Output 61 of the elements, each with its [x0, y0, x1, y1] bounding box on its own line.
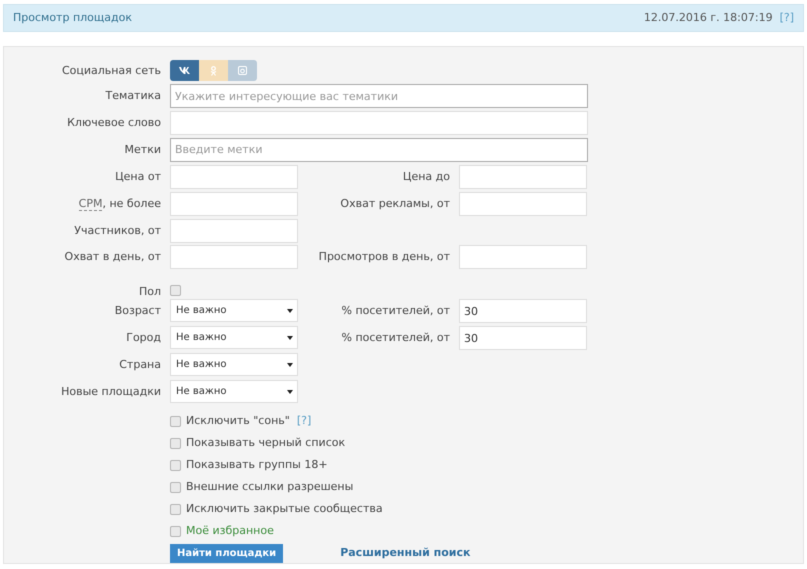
option-label: Внешние ссылки разрешены — [186, 479, 354, 496]
checkbox[interactable] — [170, 285, 181, 296]
option-label: Показывать группы 18+ — [186, 457, 328, 474]
input-field[interactable] — [459, 192, 587, 216]
search-button[interactable]: Найти площадки — [170, 544, 284, 563]
tags-field[interactable]: Введите метки — [170, 138, 588, 162]
input-field[interactable] — [459, 245, 587, 270]
field-label: Участников, от — [74, 222, 161, 239]
advanced-search-link[interactable]: Расширенный поиск — [340, 545, 470, 562]
checkbox[interactable] — [170, 460, 181, 471]
field-label: Страна — [119, 357, 161, 374]
field-label: Возраст — [114, 303, 161, 320]
field-label: % посетителей, от — [342, 303, 450, 320]
input-field[interactable]: 30 — [459, 299, 587, 324]
field-label: Метки — [124, 142, 161, 158]
input-field[interactable] — [459, 164, 587, 189]
vk-logo-icon — [179, 67, 190, 74]
checkbox[interactable] — [170, 526, 181, 537]
option-label: Моё избранное — [186, 523, 274, 540]
field-label: Охват в день, от — [64, 249, 161, 266]
input-field[interactable]: 30 — [459, 326, 587, 350]
input-field[interactable] — [170, 164, 298, 189]
caret-icon — [287, 308, 293, 313]
checkbox[interactable] — [170, 504, 181, 515]
network-toggle[interactable] — [170, 60, 199, 81]
field-label: Тематика — [106, 88, 161, 104]
field-label: % посетителей, от — [342, 330, 450, 346]
dropdown[interactable]: Не важно — [170, 380, 298, 404]
checkbox[interactable] — [170, 438, 181, 449]
checkbox[interactable] — [170, 482, 181, 493]
field-label: Социальная сеть — [62, 63, 161, 79]
field-label: Ключевое слово — [67, 114, 161, 131]
option-label: Показывать черный список — [186, 435, 346, 452]
dropdown[interactable]: Не важно — [170, 299, 298, 322]
camera-icon — [238, 66, 247, 75]
date-time: 12.07.2016 г. 18:07:19 — [644, 10, 773, 26]
input-field[interactable] — [170, 245, 298, 270]
dropdown[interactable]: Не важно — [170, 326, 298, 350]
option-label: Исключить "сонь" — [186, 413, 290, 430]
option-label: Исключить закрытые сообщества — [186, 501, 383, 518]
input-field[interactable] — [170, 110, 588, 135]
dropdown[interactable]: Не важно — [170, 353, 298, 376]
caret-icon — [287, 362, 293, 367]
field-label: Охват рекламы, от — [340, 196, 450, 212]
tags-field[interactable]: Укажите интересующие вас тематики — [170, 84, 588, 108]
caret-icon — [287, 390, 293, 394]
field-label: Город — [126, 330, 161, 346]
ok-logo-icon — [210, 66, 217, 76]
input-field[interactable] — [170, 192, 298, 216]
field-label: Пол — [138, 284, 161, 300]
field-label: Цена до — [402, 168, 450, 185]
input-field[interactable] — [170, 218, 298, 243]
network-toggle[interactable] — [199, 60, 228, 81]
field-label: Новые площадки — [61, 384, 161, 400]
caret-icon — [287, 336, 293, 340]
checkbox[interactable] — [170, 416, 181, 427]
field-label: Просмотров в день, от — [318, 249, 450, 266]
page-title: Просмотр площадок — [13, 10, 132, 26]
network-toggle[interactable] — [228, 60, 257, 81]
field-label: Цена от — [115, 168, 161, 185]
field-label: CPM, не более — [78, 196, 161, 213]
